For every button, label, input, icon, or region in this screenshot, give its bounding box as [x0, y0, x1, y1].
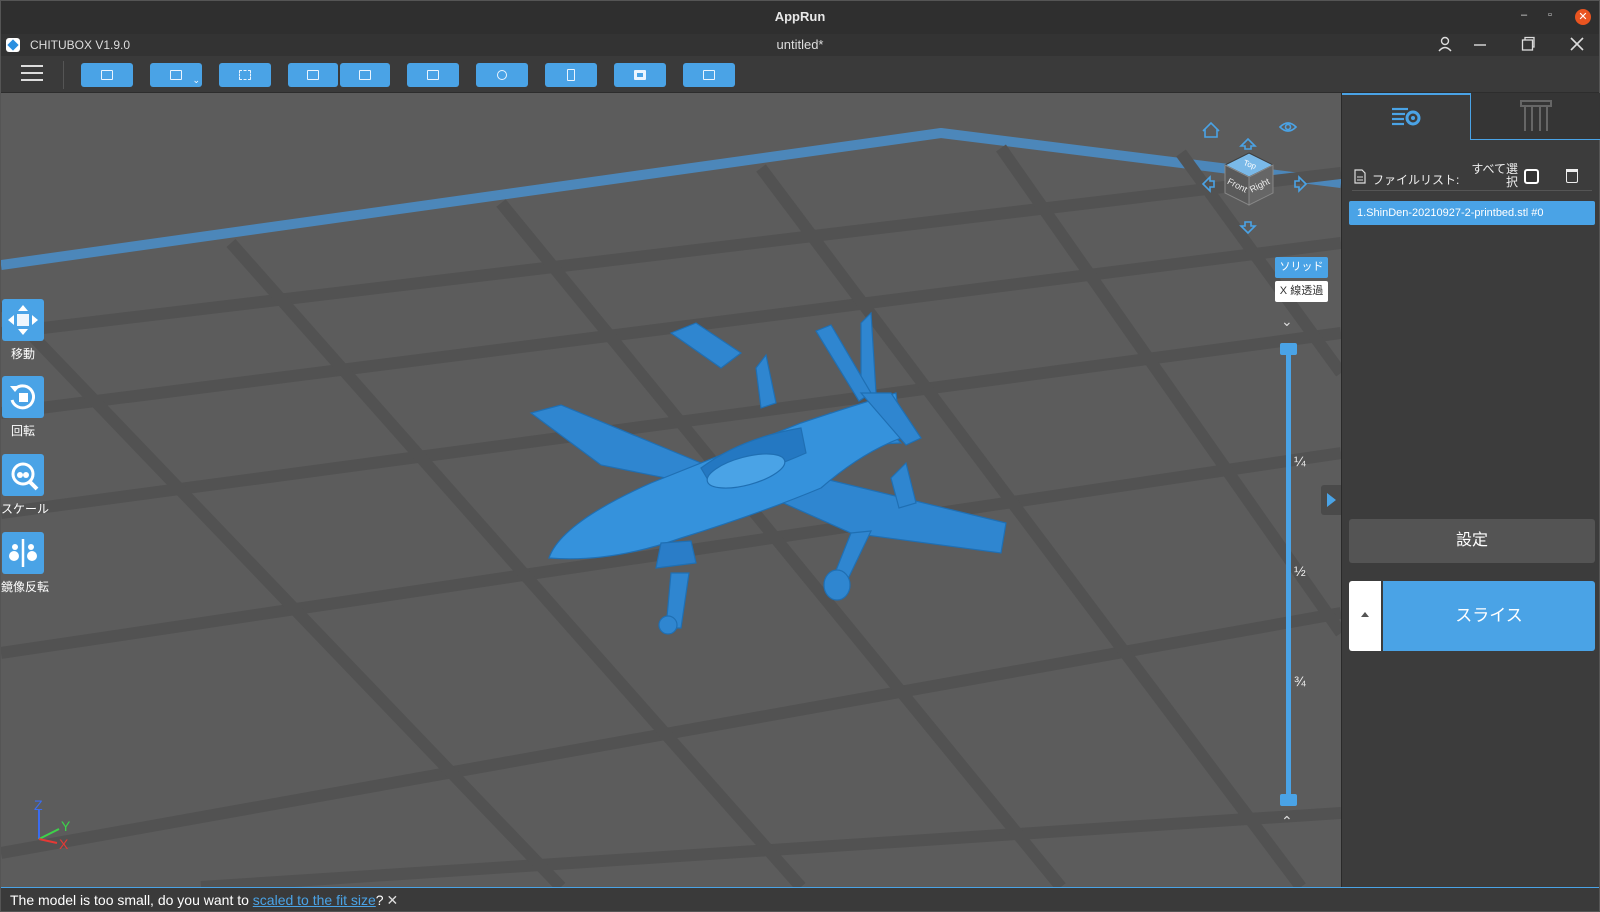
slider-up-chevron-icon[interactable]: ⌃ [1281, 813, 1293, 830]
file-list-item[interactable]: 1.ShinDen-20210927-2-printbed.stl #0 [1349, 201, 1595, 225]
rotate-icon[interactable] [2, 376, 44, 418]
tab-file-settings[interactable] [1342, 93, 1471, 140]
os-close-button[interactable]: ✕ [1575, 9, 1591, 25]
slider-mark-half: ½ [1294, 563, 1306, 579]
arrow-right-icon [1294, 175, 1308, 193]
support-button[interactable] [545, 63, 597, 87]
home-view-icon [1202, 121, 1220, 138]
axis-y-label: Y [61, 818, 71, 834]
slider-mark-quarter: ¼ [1294, 453, 1306, 469]
arrow-up-icon [1239, 137, 1257, 150]
layer-slider-top-handle[interactable] [1280, 343, 1297, 355]
copy-button[interactable] [407, 63, 459, 87]
toolbar-divider [63, 61, 64, 89]
panel-tabs [1342, 93, 1600, 140]
slice-options-arrow-button[interactable] [1349, 581, 1381, 651]
add-box-button[interactable] [683, 63, 735, 87]
app-window: AppRun – ▫ ✕ CHITUBOX V1.9.0 untitled* ⌄ [0, 0, 1600, 912]
select-all-label: すべて選択 [1471, 162, 1518, 189]
user-icon[interactable] [1438, 36, 1452, 55]
xray-view-button[interactable]: X 線透過 [1275, 281, 1328, 302]
rotate-tool[interactable]: 回転 [1, 376, 45, 439]
maximize-icon[interactable] [1521, 36, 1535, 55]
arrow-down-icon [1239, 221, 1257, 235]
os-restore-button[interactable]: ▫ [1548, 9, 1552, 21]
eye-icon [1278, 122, 1298, 132]
mirror-tool-label: 鏡像反転 [1, 580, 50, 594]
notification-suffix: ? [375, 892, 384, 908]
hamburger-menu-icon[interactable] [21, 65, 43, 83]
toolbar: ⌄ [1, 56, 1599, 93]
undo-button[interactable] [288, 63, 338, 87]
select-region-button[interactable] [219, 63, 271, 87]
slice-button[interactable]: スライス [1383, 581, 1595, 651]
supports-icon [1520, 100, 1552, 131]
tab-supports[interactable] [1471, 93, 1600, 140]
axis-x-label: X [59, 836, 69, 852]
file-icon [1354, 169, 1366, 184]
notification-close-icon[interactable]: ✕ [387, 892, 399, 908]
arrow-left-icon [1201, 175, 1215, 193]
panel-collapse-toggle[interactable] [1321, 485, 1341, 515]
move-tool-label: 移動 [10, 347, 35, 361]
scale-icon[interactable] [2, 454, 44, 496]
select-all-checkbox[interactable] [1524, 169, 1539, 184]
os-title: AppRun [774, 9, 826, 24]
scale-tool[interactable]: スケール [1, 454, 50, 517]
app-titlebar: CHITUBOX V1.9.0 untitled* [1, 34, 1599, 56]
settings-button[interactable]: 設定 [1349, 519, 1595, 563]
mirror-tool[interactable]: 鏡像反転 [1, 532, 50, 595]
3d-viewport[interactable]: 移動 回転 スケール 鏡像反転 Top Front Right ソリッド X 線… [1, 93, 1341, 887]
right-panel: ファイルリスト: すべて選択 1.ShinDen-20210927-2-prin… [1341, 93, 1600, 887]
open-file-button[interactable] [81, 63, 133, 87]
slider-mark-three-quarter: ¾ [1294, 673, 1306, 689]
redo-button[interactable] [340, 63, 390, 87]
scale-to-fit-link[interactable]: scaled to the fit size [253, 892, 376, 908]
build-plate-scene [1, 93, 1341, 887]
delete-trash-icon[interactable] [1566, 169, 1578, 183]
slider-down-chevron-icon[interactable]: ⌄ [1281, 313, 1293, 330]
file-list-header: ファイルリスト: すべて選択 [1352, 163, 1592, 191]
os-minimize-button[interactable]: – [1521, 9, 1527, 21]
move-icon[interactable] [2, 299, 44, 341]
minimize-icon[interactable] [1473, 36, 1487, 55]
layer-slider-bottom-handle[interactable] [1280, 794, 1297, 806]
close-icon[interactable] [1569, 36, 1585, 55]
solid-view-button[interactable]: ソリッド [1275, 257, 1328, 278]
document-title: untitled* [776, 37, 824, 52]
notification-bar: The model is too small, do you want to s… [1, 887, 1599, 911]
axis-z-label: Z [34, 799, 43, 813]
layer-slider-track[interactable] [1286, 349, 1291, 799]
notification-text: The model is too small, do you want to [10, 892, 253, 908]
rotate-tool-label: 回転 [10, 424, 35, 438]
mirror-icon[interactable] [2, 532, 44, 574]
scale-tool-label: スケール [1, 502, 50, 516]
move-tool[interactable]: 移動 [1, 299, 45, 362]
os-titlebar: AppRun – ▫ ✕ [1, 1, 1599, 34]
hollow-button[interactable] [614, 63, 666, 87]
save-button[interactable]: ⌄ [150, 63, 202, 87]
list-settings-icon [1392, 107, 1421, 126]
axis-gizmo: Z Y X [29, 797, 79, 854]
view-cube[interactable]: Top Front Right [1196, 113, 1326, 243]
arrange-button[interactable] [476, 63, 528, 87]
file-list-label: ファイルリスト: [1372, 173, 1460, 187]
